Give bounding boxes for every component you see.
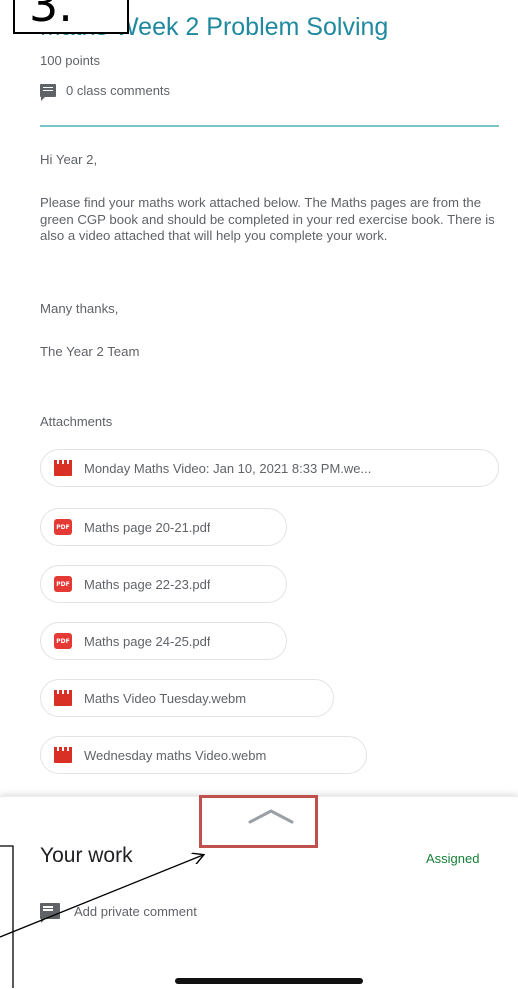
attachment-chip[interactable]: Wednesday maths Video.webm (40, 736, 367, 774)
pdf-file-icon: PDF (54, 519, 72, 535)
step-label-box: 3. (13, 0, 129, 34)
attachment-name: Wednesday maths Video.webm (84, 747, 267, 763)
attachment-chip[interactable]: Maths Video Tuesday.webm (40, 679, 334, 717)
instructions-thanks: Many thanks, (40, 301, 119, 316)
status-badge: Assigned (426, 851, 480, 866)
attachments-label: Attachments (40, 414, 113, 429)
attachment-name: Monday Maths Video: Jan 10, 2021 8:33 PM… (84, 460, 372, 476)
comment-icon (40, 903, 60, 923)
pdf-file-icon: PDF (54, 633, 72, 649)
attachment-name: Maths page 24-25.pdf (84, 633, 211, 649)
assignment-points: 100 points (40, 53, 100, 68)
class-comments-label: 0 class comments (66, 82, 171, 98)
video-file-icon (54, 690, 72, 706)
video-file-icon (54, 747, 72, 763)
header-divider (40, 125, 499, 127)
attachment-chip[interactable]: Monday Maths Video: Jan 10, 2021 8:33 PM… (40, 449, 499, 487)
your-work-title: Your work (40, 844, 133, 867)
private-comment-link[interactable]: Add private comment (40, 899, 197, 923)
attachment-chip[interactable]: PDF Maths page 20-21.pdf (40, 508, 287, 546)
class-comments-link[interactable]: 0 class comments (40, 80, 171, 101)
instructions-body: Please find your maths work attached bel… (40, 195, 495, 243)
comment-icon (40, 83, 56, 101)
instructions-signoff: The Year 2 Team (40, 344, 140, 359)
private-comment-label: Add private comment (74, 903, 197, 919)
instructions-greeting: Hi Year 2, (40, 152, 98, 167)
pdf-file-icon: PDF (54, 576, 72, 592)
step-label: 3. (29, 0, 73, 32)
attachment-name: Maths Video Tuesday.webm (84, 690, 247, 706)
highlight-box (199, 795, 318, 848)
home-indicator (175, 978, 363, 984)
video-file-icon (54, 460, 72, 476)
attachment-name: Maths page 22-23.pdf (84, 576, 211, 592)
attachment-name: Maths page 20-21.pdf (84, 519, 211, 535)
attachment-chip[interactable]: PDF Maths page 24-25.pdf (40, 622, 287, 660)
attachment-chip[interactable]: PDF Maths page 22-23.pdf (40, 565, 287, 603)
